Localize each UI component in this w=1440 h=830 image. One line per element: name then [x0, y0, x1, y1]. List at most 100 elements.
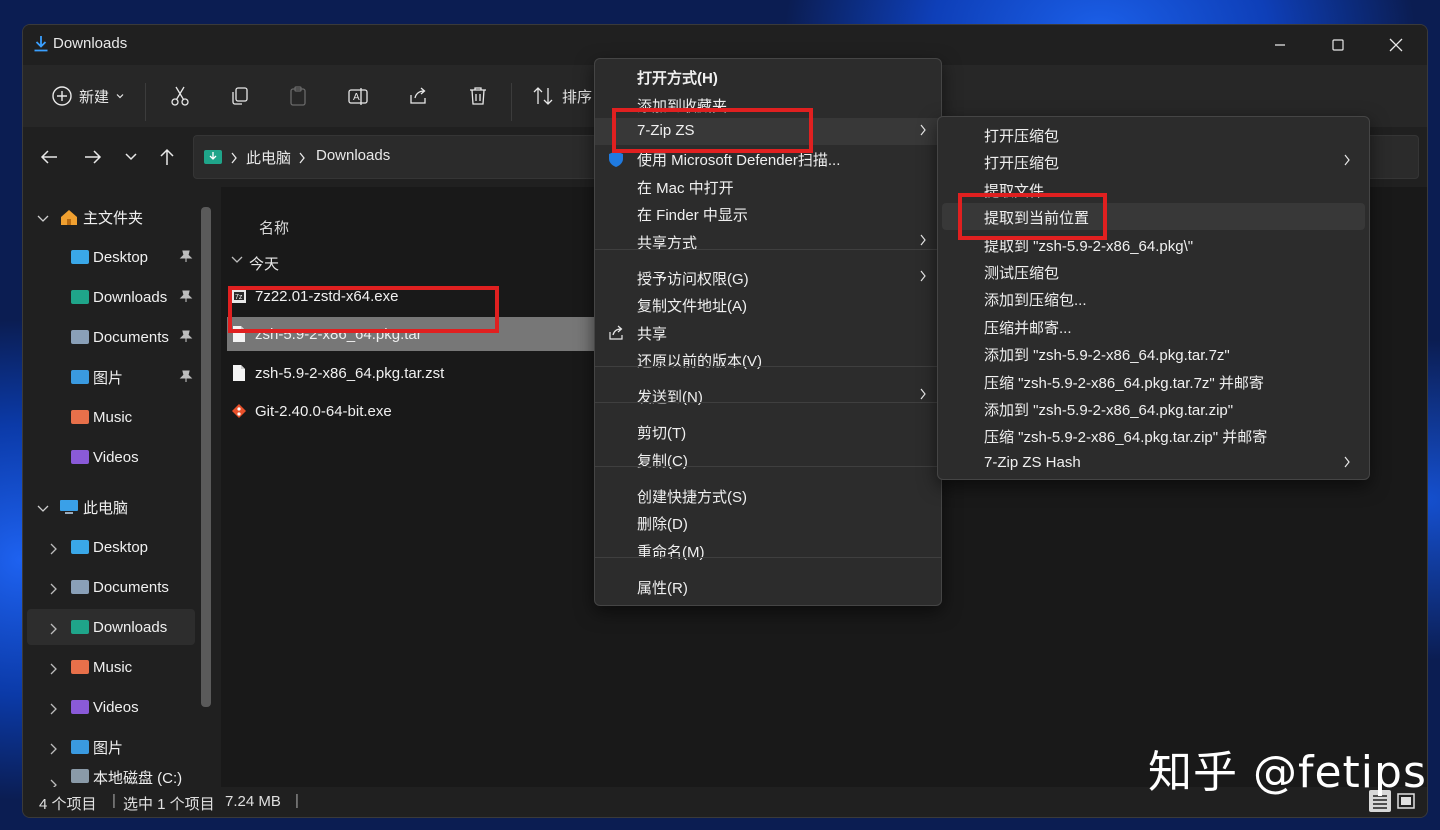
menu-item-label: 发送到(N) [637, 389, 703, 406]
annotation-highlight-file [228, 286, 499, 333]
menu-item-share-with[interactable]: 共享方式 [595, 228, 941, 255]
menu-item-send-to[interactable]: 发送到(N) [595, 382, 941, 409]
7zip-submenu: 打开压缩包 打开压缩包 提取文件... 提取到当前位置 提取到 "zsh-5.9-2-x… [937, 116, 1370, 480]
sidebar-item-label: Downloads [93, 288, 168, 306]
submenu-item-label: 7-Zip ZS Hash [984, 453, 1081, 471]
file-row[interactable]: Git-2.40.0-64-bit.exe [231, 394, 392, 428]
file-row[interactable]: zsh-5.9-2-x86_64.pkg.tar.zst [231, 356, 444, 390]
submenu-item-add-to-archive[interactable]: 添加到压缩包... [942, 285, 1365, 312]
column-header-name[interactable]: 名称 [259, 217, 289, 238]
menu-item-properties[interactable]: 属性(R) [595, 573, 941, 600]
menu-separator [595, 366, 941, 367]
menu-item-label: 打开方式(H) [637, 70, 718, 87]
submenu-item-test-archive[interactable]: 测试压缩包 [942, 258, 1365, 285]
downloads-folder-icon [71, 620, 89, 634]
sidebar-item-documents[interactable]: Documents [71, 319, 201, 355]
sidebar-item-pc-desktop[interactable]: Desktop [71, 529, 148, 565]
menu-item-rename[interactable]: 重命名(M) [595, 537, 941, 564]
sidebar-item-this-pc[interactable]: 此电脑 [59, 489, 128, 525]
rename-button[interactable]: A [341, 79, 375, 113]
sidebar-item-label: Desktop [93, 248, 149, 266]
pictures-folder-icon [71, 370, 89, 384]
submenu-item-add-to-7z[interactable]: 添加到 "zsh-5.9-2-x86_64.pkg.tar.7z" [942, 340, 1365, 367]
sidebar-item-pc-music[interactable]: Music [71, 649, 132, 685]
navigation-pane: 主文件夹 Desktop Downloads Documents 图片 Musi… [23, 187, 219, 791]
submenu-item-label: 添加到 "zsh-5.9-2-x86_64.pkg.tar.7z" [984, 347, 1230, 365]
sidebar-item-label: 主文件夹 [83, 209, 144, 227]
delete-button[interactable] [461, 79, 495, 113]
menu-separator [595, 402, 941, 403]
plus-circle-icon [52, 86, 72, 106]
sidebar-item-music[interactable]: Music [71, 399, 132, 435]
sidebar-item-pc-documents[interactable]: Documents [71, 569, 169, 605]
sidebar-item-home[interactable]: 主文件夹 [59, 199, 143, 235]
arrow-left-icon [40, 150, 57, 164]
submenu-item-compress-and-email[interactable]: 压缩并邮寄... [942, 313, 1365, 340]
chevron-down-icon [116, 94, 124, 99]
submenu-item-compress-7z-email[interactable]: 压缩 "zsh-5.9-2-x86_64.pkg.tar.7z" 并邮寄 [942, 368, 1365, 395]
sidebar-item-videos[interactable]: Videos [71, 439, 139, 475]
pictures-folder-icon [71, 740, 89, 754]
download-icon [34, 36, 48, 52]
breadcrumb-folder[interactable]: Downloads [316, 147, 390, 164]
sidebar-item-pc-downloads[interactable]: Downloads [71, 609, 167, 645]
sidebar-item-label: Downloads [93, 618, 168, 636]
submenu-item-label: 测试压缩包 [984, 265, 1060, 282]
chevron-right-icon [920, 234, 926, 246]
sidebar-item-pictures[interactable]: 图片 [71, 359, 201, 395]
sidebar-item-desktop[interactable]: Desktop [71, 239, 201, 275]
forward-button[interactable] [77, 141, 109, 173]
pin-icon [179, 250, 193, 262]
group-header-today[interactable]: 今天 [249, 253, 279, 274]
submenu-item-compress-zip-email[interactable]: 压缩 "zsh-5.9-2-x86_64.pkg.tar.zip" 并邮寄 [942, 422, 1365, 449]
pin-icon [179, 330, 193, 342]
submenu-item-open-archive[interactable]: 打开压缩包 [942, 121, 1365, 148]
chevron-right-icon [920, 270, 926, 282]
menu-item-give-access[interactable]: 授予访问权限(G) [595, 264, 941, 291]
menu-item-delete[interactable]: 删除(D) [595, 509, 941, 536]
menu-item-open-with[interactable]: 打开方式(H) [595, 63, 941, 90]
git-icon [232, 404, 246, 418]
sidebar-item-label: 图片 [93, 369, 124, 387]
back-button[interactable] [33, 141, 65, 173]
annotation-highlight-extract [958, 193, 1107, 240]
sidebar-item-downloads[interactable]: Downloads [71, 279, 201, 315]
recent-locations-button[interactable] [115, 141, 147, 173]
maximize-button[interactable] [1309, 25, 1367, 65]
submenu-item-add-to-zip[interactable]: 添加到 "zsh-5.9-2-x86_64.pkg.tar.zip" [942, 395, 1365, 422]
sidebar-item-pc-pictures[interactable]: 图片 [71, 729, 123, 765]
menu-item-open-in-mac[interactable]: 在 Mac 中打开 [595, 173, 941, 200]
submenu-item-open-archive-more[interactable]: 打开压缩包 [942, 148, 1365, 175]
submenu-item-7zip-hash[interactable]: 7-Zip ZS Hash [942, 450, 1365, 477]
new-button[interactable]: 新建 [45, 79, 131, 113]
menu-item-show-in-finder[interactable]: 在 Finder 中显示 [595, 200, 941, 227]
cut-button[interactable] [163, 79, 197, 113]
submenu-item-label: 打开压缩包 [984, 128, 1060, 145]
videos-folder-icon [71, 450, 89, 464]
breadcrumb-root[interactable]: 此电脑 [246, 147, 291, 168]
sort-icon [533, 87, 553, 105]
menu-item-cut[interactable]: 剪切(T) [595, 418, 941, 445]
menu-item-copy[interactable]: 复制(C) [595, 446, 941, 473]
submenu-item-label: 添加到压缩包... [984, 292, 1087, 310]
sidebar-scrollbar[interactable] [201, 207, 211, 707]
up-button[interactable] [151, 141, 183, 173]
menu-item-copy-as-path[interactable]: 复制文件地址(A) [595, 291, 941, 318]
copy-button[interactable] [223, 79, 257, 113]
sidebar-item-label: Videos [93, 448, 139, 466]
paste-button[interactable] [281, 79, 315, 113]
minimize-button[interactable] [1251, 25, 1309, 65]
downloads-folder-icon [71, 290, 89, 304]
sidebar-item-pc-videos[interactable]: Videos [71, 689, 139, 725]
menu-item-share[interactable]: 共享 [595, 319, 941, 346]
sidebar-item-label: Documents [93, 328, 169, 346]
close-button[interactable] [1367, 25, 1425, 65]
sidebar-item-label: Desktop [93, 538, 149, 556]
menu-item-create-shortcut[interactable]: 创建快捷方式(S) [595, 482, 941, 509]
sort-button[interactable]: 排序 [527, 79, 597, 113]
menu-item-restore-previous-versions[interactable]: 还原以前的版本(V) [595, 346, 941, 373]
item-count: 4 个项目 [39, 796, 97, 813]
sidebar-item-local-disk[interactable]: 本地磁盘 (C:) [71, 767, 182, 787]
share-button[interactable] [401, 79, 435, 113]
share-icon [609, 325, 623, 340]
